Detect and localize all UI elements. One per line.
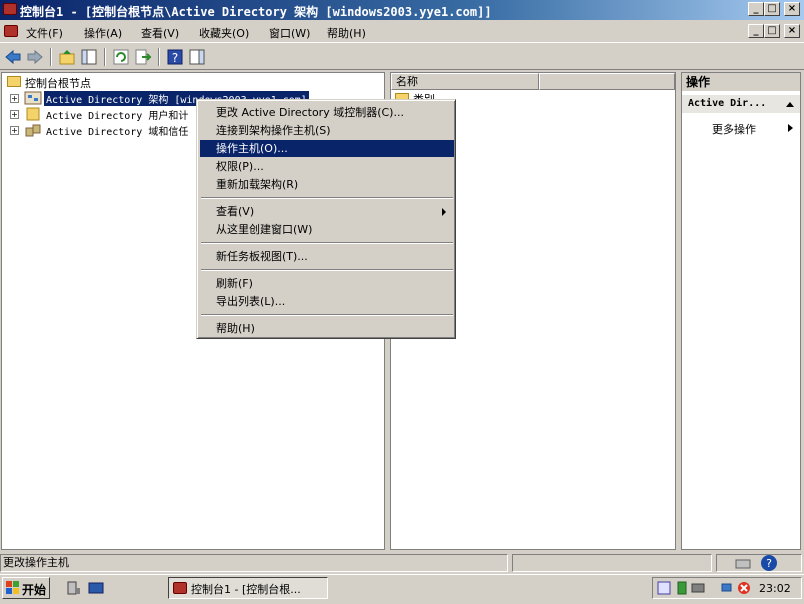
collapse-triangle-icon[interactable] <box>786 101 794 107</box>
action-section-title[interactable]: Active Dir... <box>682 95 800 113</box>
child-restore-button[interactable]: □ <box>764 24 780 38</box>
column-header-name[interactable]: 名称 <box>391 73 539 90</box>
submenu-arrow-icon <box>788 124 793 132</box>
status-bar: 更改操作主机 <box>0 553 804 573</box>
folder-icon <box>7 76 21 87</box>
submenu-arrow-icon <box>442 208 446 216</box>
forward-arrow-icon[interactable] <box>26 48 44 66</box>
console-icon[interactable] <box>4 25 18 37</box>
status-printer-icon <box>735 559 751 569</box>
menu-file[interactable]: 文件(F) <box>26 25 63 41</box>
back-arrow-icon[interactable] <box>4 48 22 66</box>
menu-item-refresh[interactable]: 刷新(F) <box>200 275 454 292</box>
tray-tools-icon[interactable] <box>691 581 705 595</box>
menu-separator <box>201 242 453 244</box>
menu-view[interactable]: 查看(V) <box>141 25 179 41</box>
menu-item-new-window[interactable]: 从这里创建窗口(W) <box>200 221 454 238</box>
tray-app-icon[interactable] <box>657 581 671 595</box>
maximize-button[interactable]: □ <box>764 2 780 16</box>
minimize-button[interactable]: _ <box>748 2 764 16</box>
menu-item-connect-schema-master[interactable]: 连接到架构操作主机(S) <box>200 122 454 139</box>
taskbar-button-label: 控制台1 - [控制台根... <box>191 583 301 596</box>
menu-item-operations-master[interactable]: 操作主机(O)... <box>200 140 454 157</box>
start-label: 开始 <box>22 583 47 597</box>
refresh-icon[interactable] <box>112 48 130 66</box>
menu-item-new-taskpad[interactable]: 新任务板视图(T)... <box>200 248 454 265</box>
action-section-label: Active Dir... <box>688 98 767 109</box>
status-panel <box>512 554 712 572</box>
toolbar: ? <box>0 44 804 70</box>
expand-icon[interactable]: + <box>10 94 19 103</box>
more-actions-link[interactable]: 更多操作 <box>712 121 756 137</box>
menu-separator <box>201 197 453 199</box>
menu-item-view[interactable]: 查看(V) <box>200 203 454 220</box>
tray-clock[interactable]: 23:02 <box>759 582 791 595</box>
menu-bar: 文件(F) 操作(A) 查看(V) 收藏夹(O) 窗口(W) 帮助(H) _ □… <box>0 21 804 43</box>
menu-item-reload-schema[interactable]: 重新加载架构(R) <box>200 176 454 193</box>
toolbar-separator <box>50 48 52 66</box>
menu-separator <box>201 269 453 271</box>
toolbar-separator <box>158 48 160 66</box>
context-menu: 更改 Active Directory 域控制器(C)... 连接到架构操作主机… <box>196 99 456 339</box>
menu-item-change-dc[interactable]: 更改 Active Directory 域控制器(C)... <box>200 104 454 121</box>
export-list-icon[interactable] <box>134 48 152 66</box>
server-manager-icon[interactable] <box>66 580 82 596</box>
tree-root-label[interactable]: 控制台根节点 <box>25 75 91 91</box>
window-title: 控制台1 - [控制台根节点\Active Directory 架构 [wind… <box>20 5 492 19</box>
windows-logo-icon <box>6 581 19 594</box>
show-tree-icon[interactable] <box>80 48 98 66</box>
tree-item-domains-trusts[interactable]: Active Directory 域和信任 <box>46 123 188 138</box>
tray-security-icon[interactable] <box>675 581 689 595</box>
mmc-app-icon[interactable] <box>3 3 17 15</box>
child-minimize-button[interactable]: _ <box>748 24 764 38</box>
status-help-icon[interactable]: ? <box>760 554 778 572</box>
taskbar: 开始 控制台1 - [控制台根... 23:02 <box>0 574 804 604</box>
menu-item-export-list[interactable]: 导出列表(L)... <box>200 293 454 310</box>
help-icon[interactable]: ? <box>166 48 184 66</box>
system-tray: 23:02 <box>652 577 802 599</box>
svg-text:?: ? <box>172 51 178 65</box>
taskbar-button-console[interactable]: 控制台1 - [控制台根... <box>168 577 328 599</box>
console-icon <box>173 582 187 594</box>
menu-window[interactable]: 窗口(W) <box>269 25 310 41</box>
menu-item-help[interactable]: 帮助(H) <box>200 320 454 337</box>
expand-icon[interactable]: + <box>10 110 19 119</box>
show-desktop-icon[interactable] <box>88 580 104 596</box>
column-header-empty[interactable] <box>539 73 675 90</box>
domains-trusts-icon <box>25 124 41 137</box>
menu-action[interactable]: 操作(A) <box>84 25 122 41</box>
start-button[interactable]: 开始 <box>2 577 50 599</box>
up-folder-icon[interactable] <box>58 48 76 66</box>
status-panel-right <box>716 554 802 572</box>
users-computers-icon <box>26 107 40 121</box>
schema-snapin-icon <box>24 91 42 105</box>
menu-favorites[interactable]: 收藏夹(O) <box>199 25 249 41</box>
menu-item-view-label: 查看(V) <box>216 205 255 218</box>
close-button[interactable]: × <box>784 2 800 16</box>
tree-item-users-computers[interactable]: Active Directory 用户和计 <box>46 107 188 122</box>
tray-network-icon[interactable] <box>721 581 735 595</box>
tray-network-error-icon[interactable] <box>737 581 751 595</box>
status-text: 更改操作主机 <box>0 554 508 572</box>
child-close-button[interactable]: × <box>784 24 800 38</box>
menu-separator <box>201 314 453 316</box>
action-pane-header: 操作 <box>682 73 800 91</box>
menu-item-permissions[interactable]: 权限(P)... <box>200 158 454 175</box>
toolbar-separator <box>104 48 106 66</box>
action-pane: 操作 Active Dir... 更多操作 <box>681 72 801 550</box>
show-action-pane-icon[interactable] <box>188 48 206 66</box>
menu-help[interactable]: 帮助(H) <box>327 25 366 41</box>
expand-icon[interactable]: + <box>10 126 19 135</box>
title-bar[interactable]: 控制台1 - [控制台根节点\Active Directory 架构 [wind… <box>0 0 804 20</box>
svg-text:?: ? <box>766 557 772 570</box>
